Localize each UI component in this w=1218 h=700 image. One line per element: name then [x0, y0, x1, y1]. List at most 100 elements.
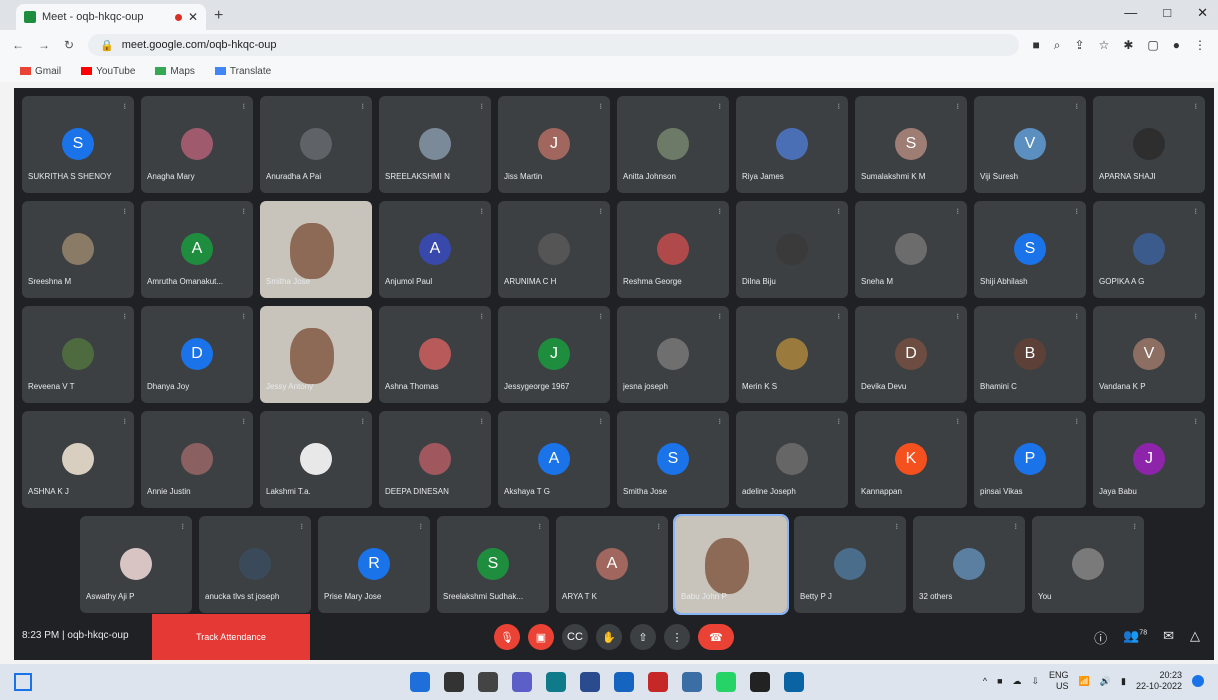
- participant-tile[interactable]: ⁝ Reshma George: [617, 201, 729, 298]
- participant-tile[interactable]: S ⁝ Shiji Abhilash: [974, 201, 1086, 298]
- teams-icon[interactable]: [512, 672, 532, 692]
- forward-icon[interactable]: →: [38, 38, 50, 52]
- extensions-icon[interactable]: ✱: [1123, 38, 1133, 52]
- participant-tile[interactable]: ⁝ Riya James: [736, 96, 848, 193]
- camera-off-button[interactable]: ▣: [528, 624, 554, 650]
- participant-tile[interactable]: P ⁝ pinsai Vikas: [974, 411, 1086, 508]
- browser-tab[interactable]: Meet - oqb-hkqc-oup ✕: [16, 4, 206, 30]
- maximize-button[interactable]: □: [1163, 5, 1171, 21]
- store-icon[interactable]: [580, 672, 600, 692]
- usb-icon[interactable]: ⇩: [1032, 676, 1040, 687]
- close-tab-icon[interactable]: ✕: [188, 10, 198, 24]
- participant-tile[interactable]: ⁝ ASHNA K J: [22, 411, 134, 508]
- participant-tile[interactable]: ⁝ Lakshmi T.a.: [260, 411, 372, 508]
- menu-icon[interactable]: ⋮: [1194, 38, 1206, 52]
- bookmark-item[interactable]: Gmail: [20, 66, 61, 77]
- whatsapp-icon[interactable]: [716, 672, 736, 692]
- participant-tile[interactable]: S ⁝ SUKRITHA S SHENOY: [22, 96, 134, 193]
- new-tab-button[interactable]: +: [214, 4, 223, 30]
- search-icon[interactable]: [444, 672, 464, 692]
- participant-tile[interactable]: ⁝ SREELAKSHMI N: [379, 96, 491, 193]
- participant-tile[interactable]: ⁝ jesna joseph: [617, 306, 729, 403]
- participant-tile[interactable]: ⁝ Jessy Antony: [260, 306, 372, 403]
- participant-tile[interactable]: ⁝ Sreeshna M: [22, 201, 134, 298]
- participant-tile[interactable]: D ⁝ Dhanya Joy: [141, 306, 253, 403]
- participant-tile[interactable]: B ⁝ Bhamini C: [974, 306, 1086, 403]
- participant-tile[interactable]: ⁝ Betty P J: [794, 516, 906, 613]
- participant-tile[interactable]: ⁝ Ashna Thomas: [379, 306, 491, 403]
- participant-tile[interactable]: ⁝ ARUNIMA C H: [498, 201, 610, 298]
- participant-tile[interactable]: ⁝ Anagha Mary: [141, 96, 253, 193]
- back-icon[interactable]: ←: [12, 38, 24, 52]
- participant-tile[interactable]: ⁝ Annie Justin: [141, 411, 253, 508]
- star-icon[interactable]: ☆: [1099, 38, 1110, 52]
- captions-button[interactable]: CC: [562, 624, 588, 650]
- mic-off-button[interactable]: 🎙: [494, 624, 520, 650]
- photos-icon[interactable]: [682, 672, 702, 692]
- participant-tile[interactable]: ⁝ Merin K S: [736, 306, 848, 403]
- activities-icon[interactable]: △: [1190, 628, 1200, 647]
- participant-tile[interactable]: S ⁝ Sumalakshmi K M: [855, 96, 967, 193]
- wifi-icon[interactable]: 📶: [1079, 676, 1090, 687]
- participant-tile[interactable]: A ⁝ Akshaya T G: [498, 411, 610, 508]
- share-icon[interactable]: ⇪: [1075, 38, 1085, 52]
- reload-icon[interactable]: ↻: [64, 38, 74, 52]
- participant-tile[interactable]: S ⁝ Sreelakshmi Sudhak...: [437, 516, 549, 613]
- widgets-icon[interactable]: [14, 673, 32, 691]
- participant-tile[interactable]: ⁝ Reveena V T: [22, 306, 134, 403]
- camera-icon[interactable]: ■: [1033, 38, 1040, 52]
- minimize-button[interactable]: —: [1124, 5, 1137, 21]
- outlook-icon[interactable]: [784, 672, 804, 692]
- tray-chevron-icon[interactable]: ^: [983, 676, 987, 686]
- chat-icon[interactable]: ✉: [1163, 628, 1174, 647]
- participant-tile[interactable]: ⁝ Babu John P: [673, 514, 789, 615]
- participant-tile[interactable]: K ⁝ Kannappan: [855, 411, 967, 508]
- chrome-icon[interactable]: [750, 672, 770, 692]
- edge-icon[interactable]: [546, 672, 566, 692]
- participant-tile[interactable]: ⁝ APARNA SHAJI: [1093, 96, 1205, 193]
- participant-tile[interactable]: S ⁝ Smitha Jose: [617, 411, 729, 508]
- close-window-button[interactable]: ✕: [1197, 5, 1208, 21]
- battery-icon[interactable]: ▮: [1121, 676, 1126, 687]
- participant-tile[interactable]: ⁝ adeline Joseph: [736, 411, 848, 508]
- address-bar[interactable]: 🔒 meet.google.com/oqb-hkqc-oup: [88, 34, 1019, 56]
- participant-tile[interactable]: ⁝ Sneha M: [855, 201, 967, 298]
- participant-tile[interactable]: ⁝ Dilna Biju: [736, 201, 848, 298]
- track-attendance-button[interactable]: Track Attendance: [152, 614, 310, 660]
- participant-tile[interactable]: ⁝ anucka tlvs st joseph: [199, 516, 311, 613]
- zoom-icon[interactable]: ⌕: [1054, 38, 1061, 53]
- tray-app-icon[interactable]: ■: [997, 676, 1002, 686]
- present-button[interactable]: ⇧: [630, 624, 656, 650]
- onedrive-icon[interactable]: ☁: [1013, 676, 1022, 687]
- participant-tile[interactable]: R ⁝ Prise Mary Jose: [318, 516, 430, 613]
- participant-tile[interactable]: J ⁝ Jaya Babu: [1093, 411, 1205, 508]
- participant-tile[interactable]: A ⁝ ARYA T K: [556, 516, 668, 613]
- participant-tile[interactable]: V ⁝ Viji Suresh: [974, 96, 1086, 193]
- more-options-button[interactable]: ⋮: [664, 624, 690, 650]
- participant-tile[interactable]: ⁝ GOPIKA A G: [1093, 201, 1205, 298]
- raise-hand-button[interactable]: ✋: [596, 624, 622, 650]
- participant-tile[interactable]: ⁝ Anuradha A Pai: [260, 96, 372, 193]
- profile-avatar[interactable]: ●: [1173, 38, 1180, 52]
- people-icon[interactable]: 👥78: [1123, 628, 1147, 647]
- bookmark-item[interactable]: Translate: [214, 66, 271, 77]
- participant-tile[interactable]: D ⁝ Devika Devu: [855, 306, 967, 403]
- participant-tile[interactable]: A ⁝ Anjumol Paul: [379, 201, 491, 298]
- taskbar-clock[interactable]: 20:23 22-10-2022: [1136, 670, 1182, 692]
- participant-tile[interactable]: ⁝ You: [1032, 516, 1144, 613]
- task-view-icon[interactable]: [478, 672, 498, 692]
- bookmark-item[interactable]: Maps: [155, 66, 195, 77]
- participant-tile[interactable]: ⁝ Aswathy Aji P: [80, 516, 192, 613]
- participant-tile[interactable]: J ⁝ Jessygeorge 1967: [498, 306, 610, 403]
- start-icon[interactable]: [410, 672, 430, 692]
- volume-icon[interactable]: 🔊: [1100, 676, 1111, 687]
- mcafee-icon[interactable]: [648, 672, 668, 692]
- participant-tile[interactable]: J ⁝ Jiss Martin: [498, 96, 610, 193]
- notification-icon[interactable]: [1192, 675, 1204, 687]
- participant-tile[interactable]: V ⁝ Vandana K P: [1093, 306, 1205, 403]
- participant-tile[interactable]: ⁝ Anitta Johnson: [617, 96, 729, 193]
- language-indicator[interactable]: ENG US: [1049, 670, 1069, 692]
- leave-call-button[interactable]: ☎: [698, 624, 734, 650]
- word-icon[interactable]: [614, 672, 634, 692]
- participant-tile[interactable]: A ⁝ Amrutha Omanakut...: [141, 201, 253, 298]
